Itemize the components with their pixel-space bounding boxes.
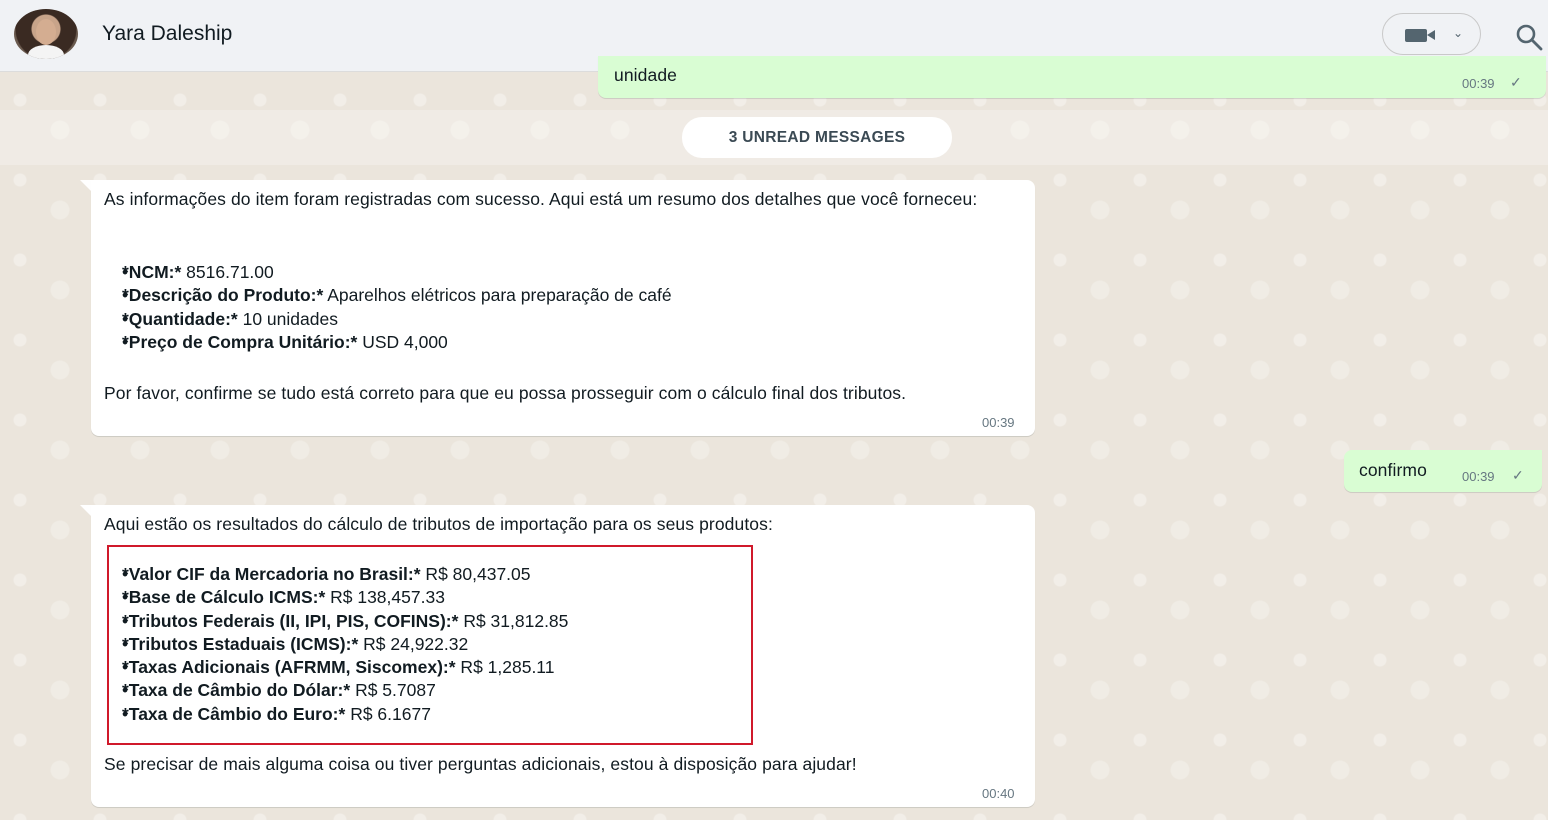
- check-icon: ✓: [1512, 467, 1524, 483]
- list-item: •*Quantidade:* 10 unidades: [122, 308, 338, 329]
- video-camera-lens-icon: [1427, 30, 1435, 40]
- message-intro: Aqui estão os resultados do cálculo de t…: [104, 514, 773, 534]
- incoming-message-summary[interactable]: As informações do item foram registradas…: [91, 180, 1035, 436]
- message-intro: As informações do item foram registradas…: [104, 189, 978, 209]
- highlight-annotation-box: [107, 545, 753, 745]
- message-time: 00:39: [1462, 469, 1495, 484]
- avatar[interactable]: [14, 9, 78, 59]
- check-icon: ✓: [1510, 74, 1522, 90]
- message-text: confirmo: [1359, 460, 1427, 480]
- outgoing-message[interactable]: unidade 00:39 ✓: [598, 56, 1546, 98]
- contact-name[interactable]: Yara Daleship: [102, 22, 232, 46]
- search-icon[interactable]: [1514, 22, 1544, 52]
- video-camera-icon: [1405, 29, 1427, 42]
- avatar-shirt: [28, 45, 64, 59]
- list-item: •*Preço de Compra Unitário:* USD 4,000: [122, 331, 448, 352]
- list-item: •*Descrição do Produto:* Aparelhos elétr…: [122, 285, 672, 306]
- message-outro: Por favor, confirme se tudo está correto…: [104, 383, 907, 403]
- avatar-face: [36, 19, 56, 45]
- message-outro: Se precisar de mais alguma coisa ou tive…: [104, 754, 857, 774]
- list-item: •*NCM:* 8516.71.00: [122, 262, 274, 282]
- item-details-list: •*NCM:* 8516.71.00 •*Descrição do Produt…: [104, 261, 672, 354]
- video-call-button[interactable]: ⌄: [1382, 13, 1481, 55]
- message-text: unidade: [614, 65, 677, 85]
- chevron-down-icon: ⌄: [1453, 26, 1464, 40]
- message-time: 00:40: [982, 786, 1015, 801]
- unread-messages-badge: 3 UNREAD MESSAGES: [682, 117, 952, 158]
- message-time: 00:39: [982, 415, 1015, 430]
- outgoing-message-confirm[interactable]: confirmo 00:39 ✓: [1344, 450, 1542, 492]
- message-time: 00:39: [1462, 76, 1495, 91]
